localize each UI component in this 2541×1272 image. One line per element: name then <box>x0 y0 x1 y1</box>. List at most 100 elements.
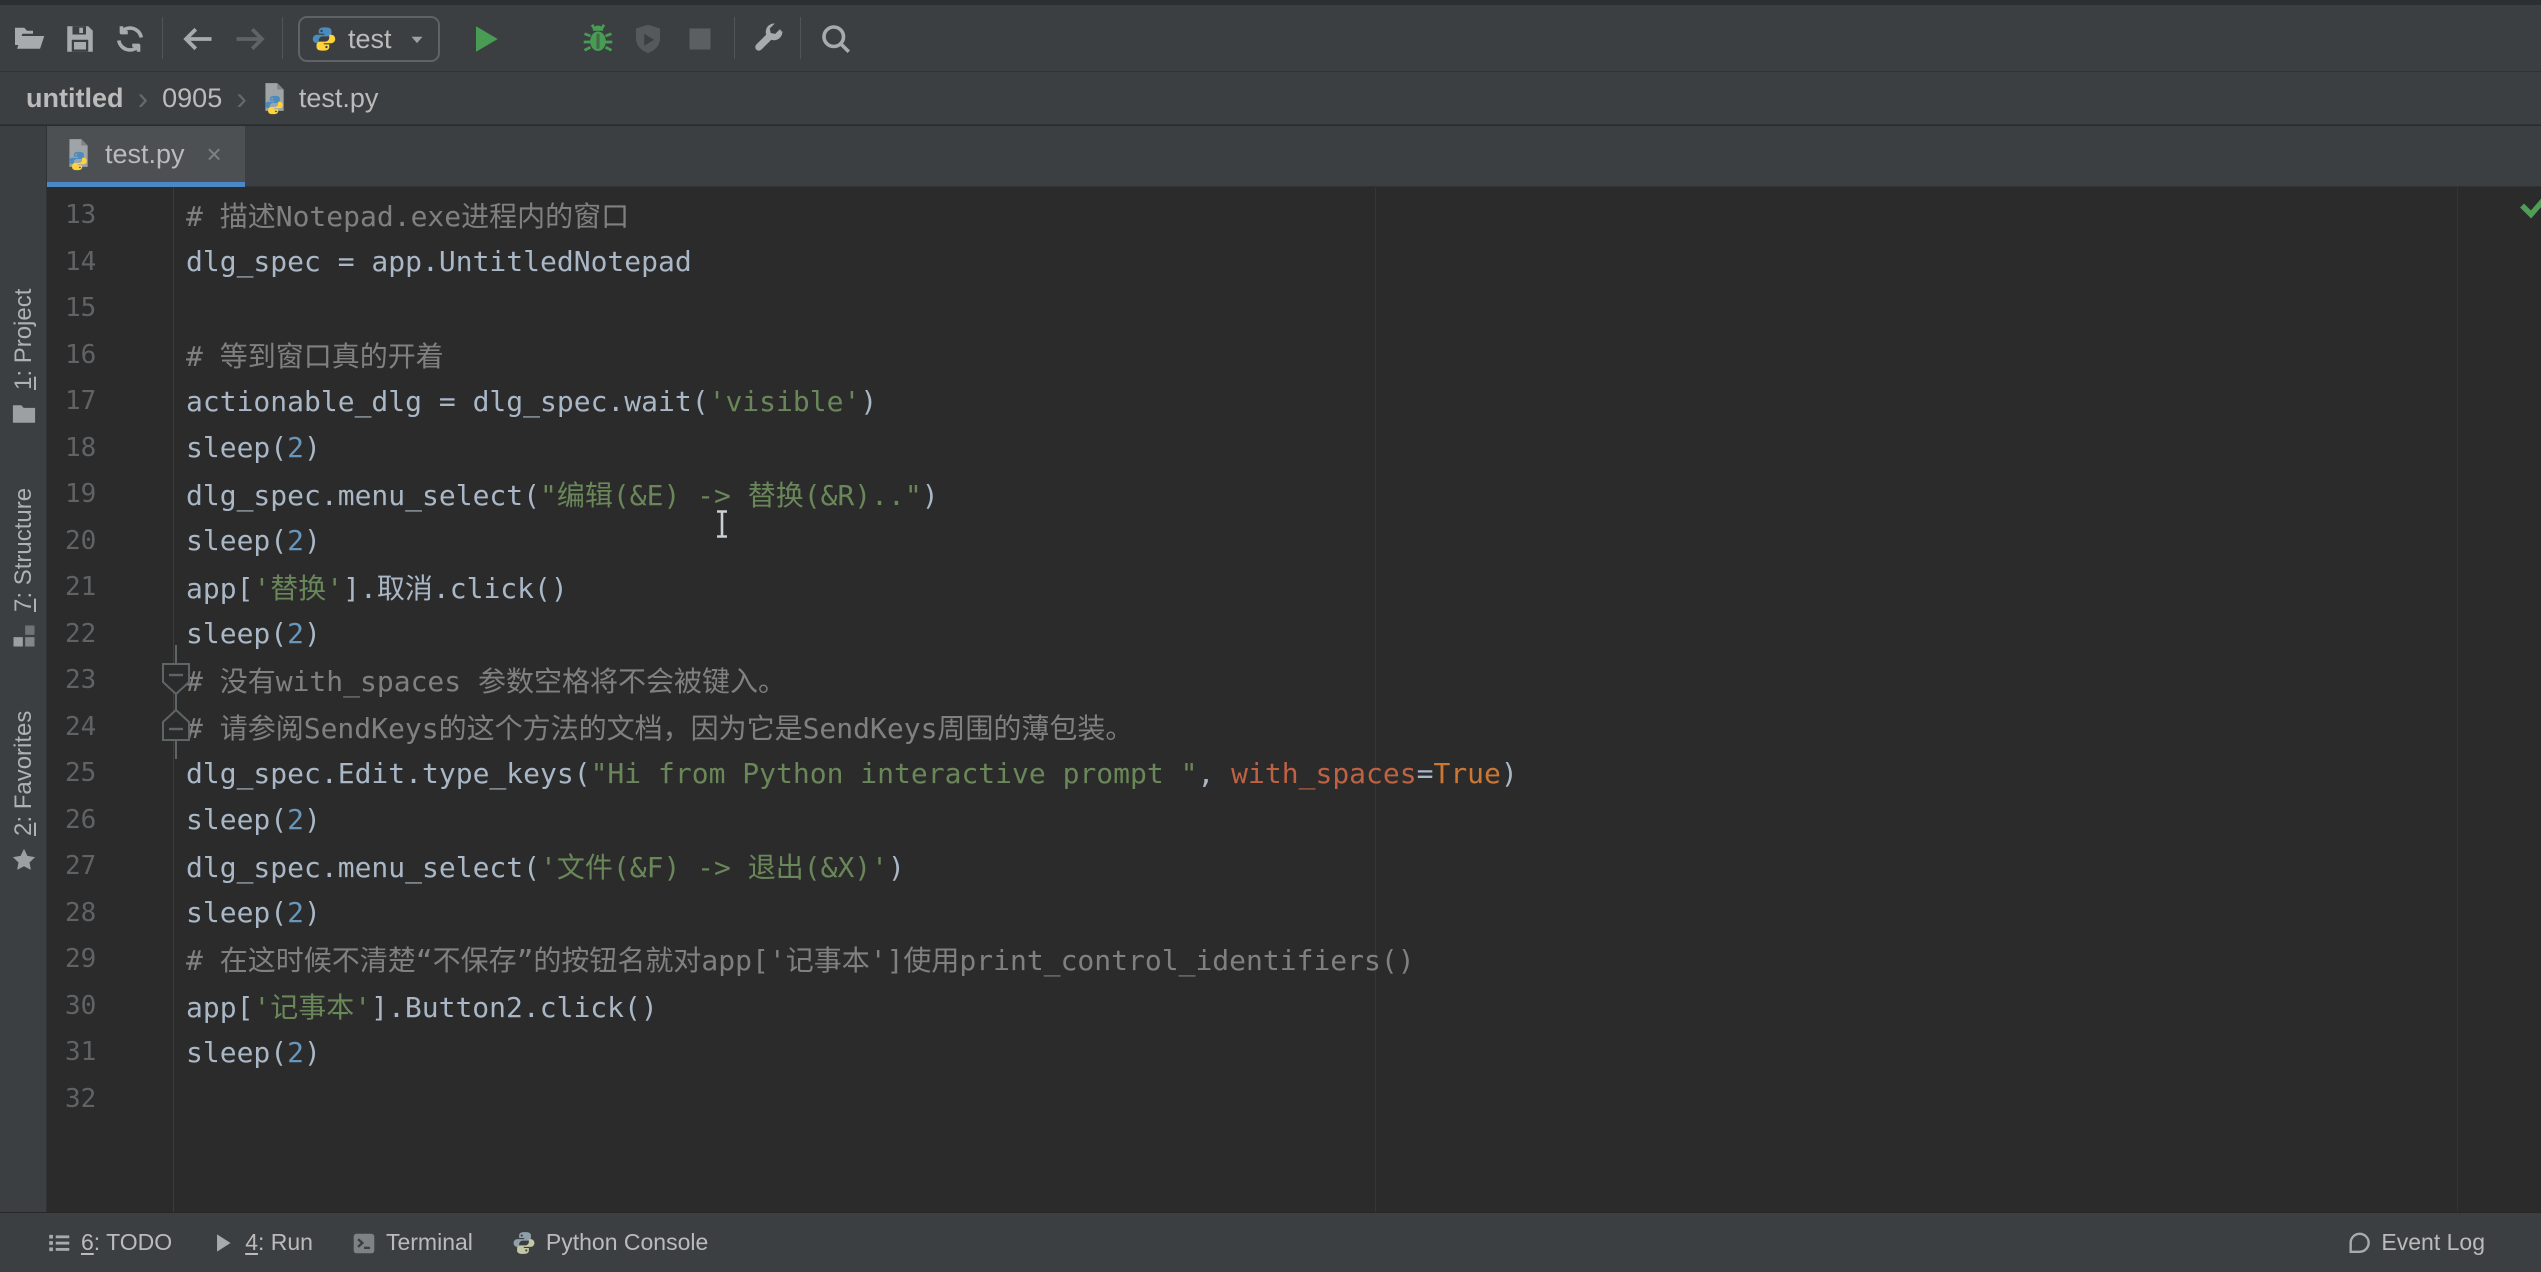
code-line[interactable]: 13# 描述Notepad.exe进程内的窗口 <box>47 192 2497 239</box>
statusbar-run[interactable]: 4: Run <box>210 1229 313 1256</box>
code-line[interactable]: 26sleep(2) <box>47 797 2497 844</box>
line-number[interactable]: 17 <box>47 386 173 416</box>
statusbar-label: 4: Run <box>245 1229 313 1256</box>
line-number[interactable]: 24 <box>47 712 173 742</box>
breadcrumb-item-file[interactable]: test.py <box>261 82 379 114</box>
code-text[interactable]: dlg_spec.menu_select('文件(&F) -> 退出(&X)') <box>173 846 905 886</box>
line-number[interactable]: 27 <box>47 851 173 881</box>
tab-test-py[interactable]: test.py × <box>47 126 245 187</box>
code-text[interactable]: # 描述Notepad.exe进程内的窗口 <box>173 195 629 235</box>
favorites-star-icon <box>10 846 38 874</box>
line-number[interactable]: 29 <box>47 944 173 974</box>
code-line[interactable]: 20sleep(2) <box>47 518 2497 565</box>
line-number[interactable]: 20 <box>47 526 173 556</box>
statusbar-label: Terminal <box>386 1229 473 1256</box>
code-line[interactable]: 22sleep(2) <box>47 611 2497 658</box>
sidebar-item-project[interactable]: 1: Project <box>8 289 40 428</box>
terminal-icon <box>351 1230 377 1256</box>
statusbar-terminal[interactable]: Terminal <box>351 1229 473 1256</box>
inspections-ok-icon[interactable] <box>2521 195 2541 219</box>
code-line[interactable]: 31sleep(2) <box>47 1029 2497 1076</box>
line-number[interactable]: 32 <box>47 1084 173 1114</box>
close-icon[interactable]: × <box>207 141 222 167</box>
search-everywhere-button[interactable] <box>818 21 854 57</box>
line-number[interactable]: 31 <box>47 1037 173 1067</box>
line-number[interactable]: 28 <box>47 898 173 928</box>
code-text[interactable]: dlg_spec.Edit.type_keys("Hi from Python … <box>173 757 1518 790</box>
statusbar-event-log[interactable]: Event Log <box>2346 1229 2485 1256</box>
line-number[interactable]: 19 <box>47 479 173 509</box>
python-console-icon <box>511 1230 537 1256</box>
settings-button[interactable] <box>750 21 786 57</box>
code-line[interactable]: 28sleep(2) <box>47 890 2497 937</box>
forward-button[interactable] <box>232 21 268 57</box>
sidebar-item-structure[interactable]: 7: Structure <box>8 488 40 650</box>
forward-arrow-icon <box>232 21 268 57</box>
breadcrumb: untitled › 0905 › test.py <box>0 72 2541 125</box>
code-line[interactable]: 30app['记事本'].Button2.click() <box>47 983 2497 1030</box>
line-number[interactable]: 15 <box>47 293 173 323</box>
code-line[interactable]: 27dlg_spec.menu_select('文件(&F) -> 退出(&X)… <box>47 843 2497 890</box>
synchronize-button[interactable] <box>112 21 148 57</box>
stop-button[interactable] <box>682 21 718 57</box>
code-line[interactable]: 21app['替换'].取消.click() <box>47 564 2497 611</box>
code-text[interactable]: # 请参阅SendKeys的这个方法的文档，因为它是SendKeys周围的薄包装… <box>173 707 1133 747</box>
code-text[interactable]: # 等到窗口真的开着 <box>173 335 444 375</box>
code-line[interactable]: 16# 等到窗口真的开着 <box>47 332 2497 379</box>
line-number[interactable]: 13 <box>47 200 173 230</box>
line-number[interactable]: 25 <box>47 758 173 788</box>
line-number[interactable]: 30 <box>47 991 173 1021</box>
run-with-coverage-button[interactable] <box>630 21 666 57</box>
save-all-button[interactable] <box>62 21 98 57</box>
run-configuration-select[interactable]: test <box>298 16 440 62</box>
code-text[interactable]: # 在这时候不清楚“不保存”的按钮名就对app['记事本']使用print_co… <box>173 939 1415 979</box>
line-number[interactable]: 23 <box>47 665 173 695</box>
code-text[interactable]: dlg_spec = app.UntitledNotepad <box>173 245 692 278</box>
line-number[interactable]: 16 <box>47 340 173 370</box>
left-toolwindow-stripe: 1: Project 7: Structure 2: Favorites <box>0 126 47 1212</box>
code-text[interactable]: sleep(2) <box>173 896 321 929</box>
run-button[interactable] <box>467 21 503 57</box>
code-line[interactable]: 17actionable_dlg = dlg_spec.wait('visibl… <box>47 378 2497 425</box>
code-text[interactable]: dlg_spec.menu_select("编辑(&E) -> 替换(&R)..… <box>173 474 939 514</box>
code-text[interactable]: sleep(2) <box>173 803 321 836</box>
code-text[interactable]: app['替换'].取消.click() <box>173 567 568 607</box>
line-number[interactable]: 26 <box>47 805 173 835</box>
code-line[interactable]: 29# 在这时候不清楚“不保存”的按钮名就对app['记事本']使用print_… <box>47 936 2497 983</box>
breadcrumb-item-project[interactable]: untitled <box>26 83 123 114</box>
code-line[interactable]: 14dlg_spec = app.UntitledNotepad <box>47 239 2497 286</box>
fold-region-markers[interactable] <box>159 637 199 767</box>
code-text[interactable]: app['记事本'].Button2.click() <box>173 986 658 1026</box>
statusbar-label: 6: TODO <box>81 1229 172 1256</box>
code-text[interactable]: actionable_dlg = dlg_spec.wait('visible'… <box>173 385 877 418</box>
code-lines: 13# 描述Notepad.exe进程内的窗口14dlg_spec = app.… <box>47 192 2497 1122</box>
code-line[interactable]: 25dlg_spec.Edit.type_keys("Hi from Pytho… <box>47 750 2497 797</box>
back-button[interactable] <box>180 21 216 57</box>
code-editor[interactable]: 13# 描述Notepad.exe进程内的窗口14dlg_spec = app.… <box>47 187 2541 1212</box>
toolbar-separator <box>282 17 283 59</box>
code-text[interactable]: sleep(2) <box>173 431 321 464</box>
debug-bug-icon <box>580 21 616 57</box>
line-number[interactable]: 14 <box>47 247 173 277</box>
code-text[interactable]: # 没有with_spaces 参数空格将不会被键入。 <box>173 660 786 700</box>
sidebar-item-favorites[interactable]: 2: Favorites <box>8 711 40 874</box>
statusbar-python-console[interactable]: Python Console <box>511 1229 708 1256</box>
statusbar-todo[interactable]: 6: TODO <box>46 1229 172 1256</box>
line-number[interactable]: 22 <box>47 619 173 649</box>
line-number[interactable]: 21 <box>47 572 173 602</box>
run-config-label: test <box>348 24 392 55</box>
fold-region-start-icon <box>163 664 189 694</box>
line-number[interactable]: 18 <box>47 433 173 463</box>
code-line[interactable]: 19dlg_spec.menu_select("编辑(&E) -> 替换(&R)… <box>47 471 2497 518</box>
code-text[interactable]: sleep(2) <box>173 1036 321 1069</box>
code-line[interactable]: 23# 没有with_spaces 参数空格将不会被键入。 <box>47 657 2497 704</box>
toolbar-separator <box>162 17 163 59</box>
code-line[interactable]: 24# 请参阅SendKeys的这个方法的文档，因为它是SendKeys周围的薄… <box>47 704 2497 751</box>
code-text[interactable]: sleep(2) <box>173 524 321 557</box>
code-line[interactable]: 18sleep(2) <box>47 425 2497 472</box>
open-file-button[interactable] <box>12 21 48 57</box>
code-line[interactable]: 32 <box>47 1076 2497 1123</box>
debug-button[interactable] <box>580 21 616 57</box>
breadcrumb-item-folder[interactable]: 0905 <box>162 83 222 114</box>
code-line[interactable]: 15 <box>47 285 2497 332</box>
